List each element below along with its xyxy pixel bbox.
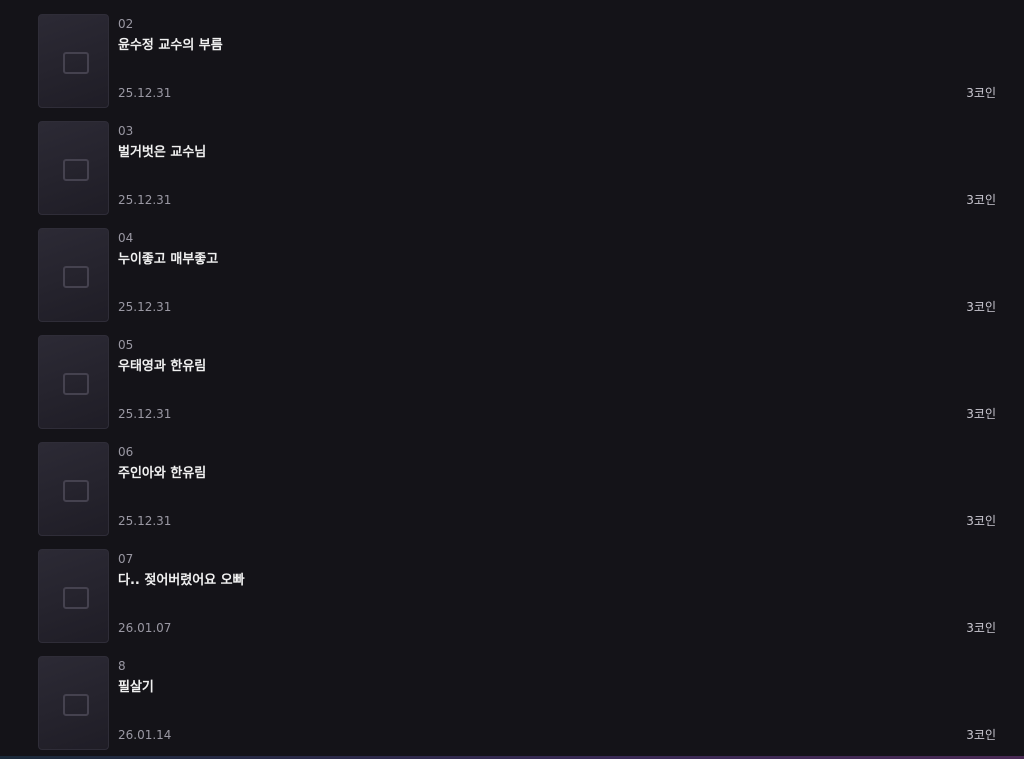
episode-title[interactable]: 우태영과 한유림 (118, 355, 206, 374)
episode-title[interactable]: 윤수정 교수의 부름 (118, 34, 223, 53)
episode-row[interactable]: 06 주인아와 한유림 25.12.31 3코인 (38, 442, 996, 549)
episode-thumbnail[interactable] (38, 121, 109, 215)
episode-info: 06 주인아와 한유림 25.12.31 3코인 (118, 442, 996, 536)
episode-row[interactable]: 05 우태영과 한유림 25.12.31 3코인 (38, 335, 996, 442)
episode-number: 04 (118, 231, 134, 245)
episode-info: 03 벌거벗은 교수님 25.12.31 3코인 (118, 121, 996, 215)
episode-price: 3코인 (966, 407, 996, 421)
episode-price: 3코인 (966, 728, 996, 742)
episode-number: 05 (118, 338, 134, 352)
episode-number: 02 (118, 17, 134, 31)
episode-list: 02 윤수정 교수의 부름 25.12.31 3코인 03 벌거벗은 교수님 2… (38, 14, 996, 759)
episode-title[interactable]: 필살기 (118, 676, 154, 695)
episode-price: 3코인 (966, 300, 996, 314)
episode-thumbnail[interactable] (38, 656, 109, 750)
episode-thumbnail[interactable] (38, 442, 109, 536)
episode-thumbnail[interactable] (38, 228, 109, 322)
episode-date: 25.12.31 (118, 407, 172, 421)
episode-date: 25.12.31 (118, 193, 172, 207)
episode-info: 07 다.. 젖어버렸어요 오빠 26.01.07 3코인 (118, 549, 996, 643)
episode-number: 03 (118, 124, 134, 138)
episode-info: 02 윤수정 교수의 부름 25.12.31 3코인 (118, 14, 996, 108)
episode-title[interactable]: 누이좋고 매부좋고 (118, 248, 218, 267)
episode-date: 26.01.07 (118, 621, 172, 635)
episode-date: 25.12.31 (118, 300, 172, 314)
episode-thumbnail[interactable] (38, 549, 109, 643)
episode-row[interactable]: 07 다.. 젖어버렸어요 오빠 26.01.07 3코인 (38, 549, 996, 656)
episode-info: 8 필살기 26.01.14 3코인 (118, 656, 996, 750)
episode-price: 3코인 (966, 514, 996, 528)
episode-price: 3코인 (966, 86, 996, 100)
episode-thumbnail[interactable] (38, 335, 109, 429)
episode-title[interactable]: 다.. 젖어버렸어요 오빠 (118, 569, 245, 588)
episode-row[interactable]: 04 누이좋고 매부좋고 25.12.31 3코인 (38, 228, 996, 335)
episode-date: 25.12.31 (118, 86, 172, 100)
episode-title[interactable]: 벌거벗은 교수님 (118, 141, 206, 160)
episode-number: 06 (118, 445, 134, 459)
episode-info: 05 우태영과 한유림 25.12.31 3코인 (118, 335, 996, 429)
episode-price: 3코인 (966, 621, 996, 635)
episode-title[interactable]: 주인아와 한유림 (118, 462, 206, 481)
episode-thumbnail[interactable] (38, 14, 109, 108)
episode-date: 26.01.14 (118, 728, 172, 742)
episode-number: 8 (118, 659, 126, 673)
episode-date: 25.12.31 (118, 514, 172, 528)
episode-row[interactable]: 8 필살기 26.01.14 3코인 (38, 656, 996, 759)
episode-price: 3코인 (966, 193, 996, 207)
episode-row[interactable]: 03 벌거벗은 교수님 25.12.31 3코인 (38, 121, 996, 228)
episode-number: 07 (118, 552, 134, 566)
episode-info: 04 누이좋고 매부좋고 25.12.31 3코인 (118, 228, 996, 322)
episode-row[interactable]: 02 윤수정 교수의 부름 25.12.31 3코인 (38, 14, 996, 121)
